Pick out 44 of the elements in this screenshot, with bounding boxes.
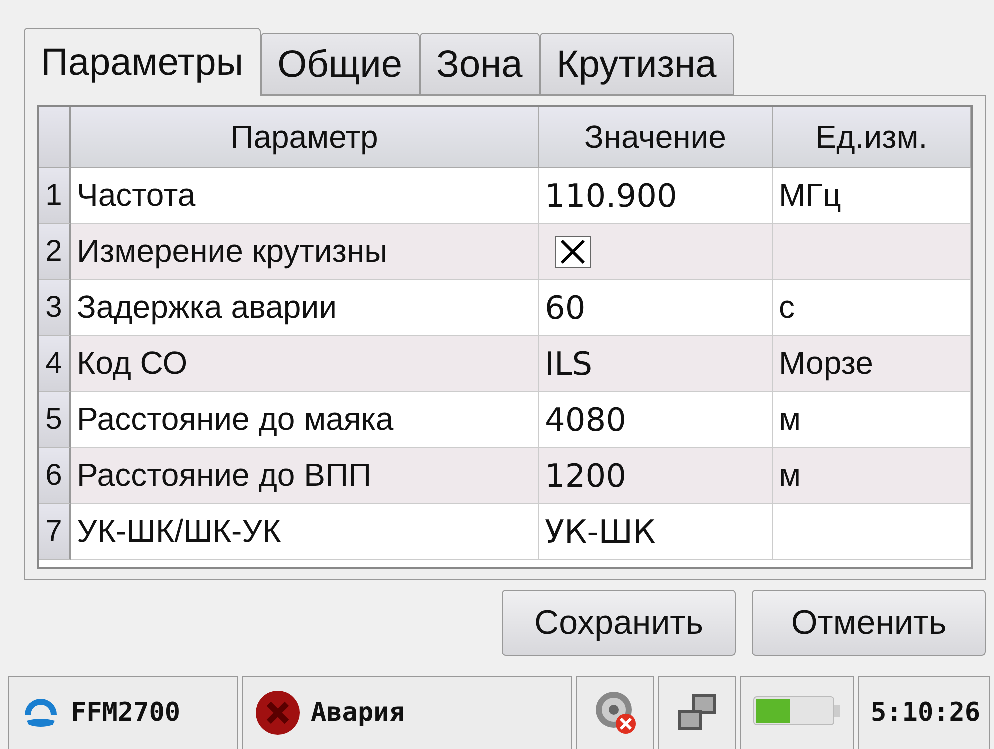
- sound-tray[interactable]: [576, 676, 654, 749]
- table-cell: Частота: [71, 168, 539, 224]
- table-cell: Расстояние до маяка: [71, 392, 539, 448]
- clock: 5:10:26: [858, 676, 990, 749]
- row-number: 4: [39, 336, 71, 392]
- table-cell: УК-ШК/ШК-УК: [71, 504, 539, 560]
- row-number: 1: [39, 168, 71, 224]
- table-cell: 1200: [539, 448, 773, 504]
- device-tab[interactable]: FFM2700: [8, 676, 238, 749]
- row-number: 2: [39, 224, 71, 280]
- cancel-button[interactable]: Отменить: [752, 590, 986, 656]
- table-cell: Морзе: [773, 336, 971, 392]
- checkbox[interactable]: [555, 236, 591, 268]
- table-cell: м: [773, 448, 971, 504]
- tab[interactable]: Крутизна: [540, 33, 734, 95]
- error-icon: [255, 690, 301, 736]
- row-number: 7: [39, 504, 71, 560]
- table-cell: 110.900: [539, 168, 773, 224]
- device-name: FFM2700: [71, 698, 181, 728]
- tab[interactable]: Общие: [260, 33, 420, 95]
- column-header[interactable]: Значение: [539, 107, 773, 168]
- table-cell: 4080: [539, 392, 773, 448]
- table-cell: УК-ШК: [539, 504, 773, 560]
- table-cell: Расстояние до ВПП: [71, 448, 539, 504]
- column-header[interactable]: Ед.изм.: [773, 107, 971, 168]
- table-cell: МГц: [773, 168, 971, 224]
- alarm-tab[interactable]: Авария: [242, 676, 572, 749]
- table-cell: Измерение крутизны: [71, 224, 539, 280]
- alarm-label: Авария: [311, 698, 405, 728]
- corner-header: [39, 107, 71, 168]
- row-number: 5: [39, 392, 71, 448]
- table-cell: м: [773, 392, 971, 448]
- network-tray[interactable]: [658, 676, 736, 749]
- row-number: 6: [39, 448, 71, 504]
- table-cell: 60: [539, 280, 773, 336]
- table-cell: с: [773, 280, 971, 336]
- tab[interactable]: Параметры: [24, 28, 261, 96]
- save-button[interactable]: Сохранить: [502, 590, 736, 656]
- tab[interactable]: Зона: [420, 33, 540, 95]
- row-number: 3: [39, 280, 71, 336]
- table-cell: Задержка аварии: [71, 280, 539, 336]
- column-header[interactable]: Параметр: [71, 107, 539, 168]
- table-cell: Код СО: [71, 336, 539, 392]
- table-cell: ILS: [539, 336, 773, 392]
